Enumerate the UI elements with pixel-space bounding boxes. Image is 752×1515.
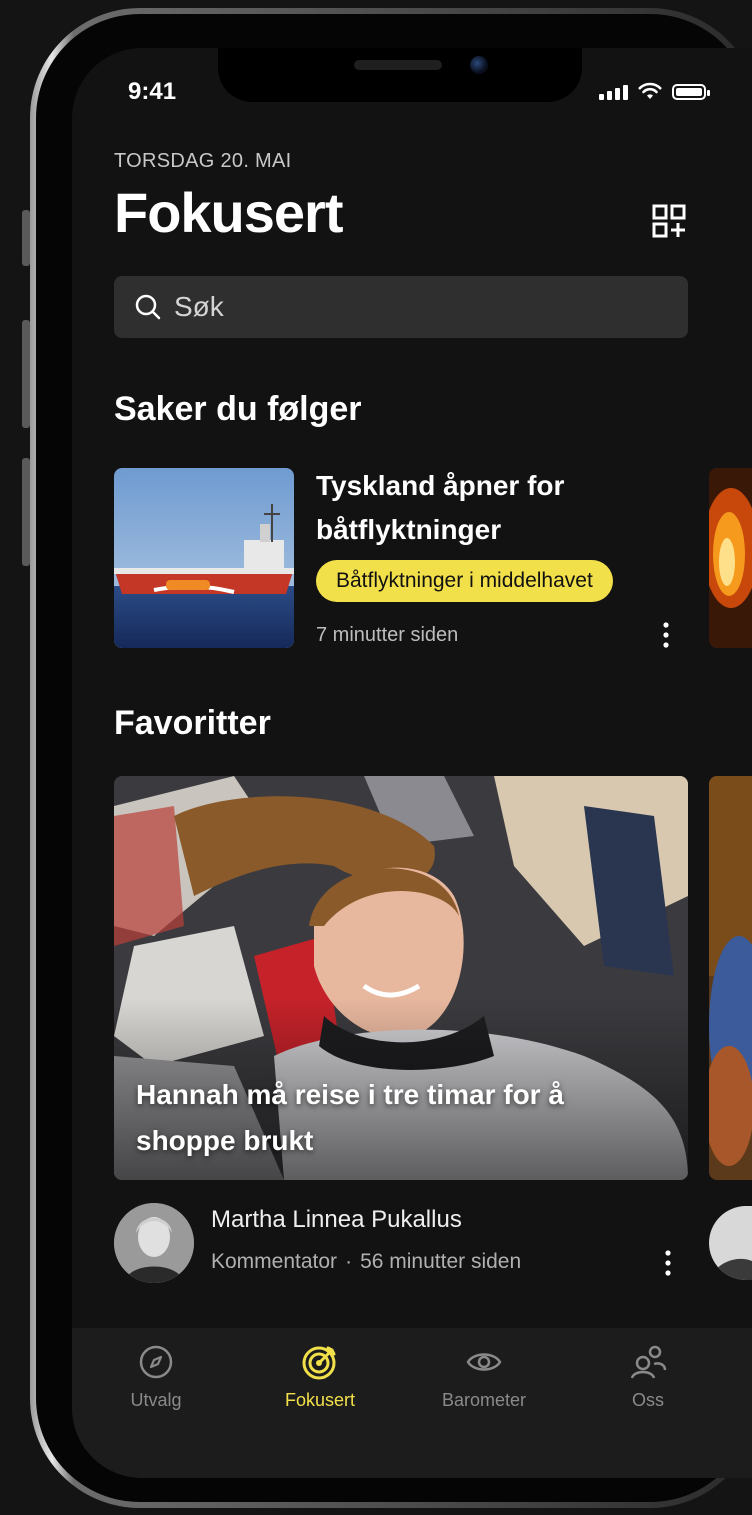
notch [218,48,582,102]
author-meta: Kommentator · 56 minutter siden [211,1250,521,1274]
next-author-avatar-peek [709,1206,752,1280]
wifi-icon [638,82,662,99]
volume-down-button [22,458,30,566]
battery-icon [672,84,710,100]
author-name[interactable]: Martha Linnea Pukallus [211,1206,462,1234]
meta-separator: · [345,1250,353,1273]
favorite-story-card[interactable]: Hannah må reise i tre timar for å shoppe… [114,776,688,1180]
search-input[interactable]: Søk [114,276,688,338]
next-story-card-peek[interactable] [709,468,752,648]
favorite-timestamp: 56 minutter siden [360,1250,522,1273]
search-icon [135,294,161,320]
followed-story-card[interactable]: Tyskland åpner for båtflyktninger Båtfly… [114,468,714,648]
tab-utvalg[interactable]: Utvalg [86,1342,226,1411]
status-time: 9:41 [128,78,177,105]
tab-barometer[interactable]: Barometer [414,1342,554,1411]
app-screen: 9:41 TORSDAG 20. MAI Fokusert Søk Saker … [72,48,752,1478]
tab-label: Fokusert [284,1390,356,1410]
tab-fokusert[interactable]: Fokusert [250,1342,390,1411]
story-timestamp: 7 minutter siden [316,624,459,646]
camera [470,56,488,74]
author-role: Kommentator [211,1250,338,1273]
tab-label: Oss [631,1390,664,1410]
people-icon [630,1345,667,1379]
topic-tag[interactable]: Båtflyktninger i middelhavet [316,560,613,602]
volume-up-button [22,320,30,428]
tab-oss[interactable]: Oss [578,1342,718,1411]
speaker [354,60,442,70]
current-date: TORSDAG 20. MAI [114,150,292,172]
status-icons [599,82,710,100]
qr-add-icon[interactable] [652,204,686,238]
more-options-icon[interactable] [664,1248,672,1278]
more-options-icon[interactable] [662,620,670,650]
tab-label: Utvalg [130,1390,182,1410]
tab-bar: Utvalg Fokusert Barometer Oss [72,1328,752,1478]
section-title-favorites: Favoritter [114,704,271,742]
story-thumbnail [114,468,294,648]
silent-switch [22,210,30,266]
story-headline[interactable]: Tyskland åpner for båtflyktninger [316,464,646,552]
next-favorite-card-peek[interactable] [709,776,752,1180]
page-title: Fokusert [114,181,343,244]
target-icon [302,1346,336,1380]
eye-icon [466,1353,502,1371]
favorite-headline[interactable]: Hannah må reise i tre timar for å shoppe… [136,1072,606,1164]
tab-label: Barometer [441,1390,527,1410]
cellular-signal-icon [599,85,628,100]
author-avatar[interactable] [114,1203,194,1283]
search-placeholder: Søk [174,291,224,322]
compass-icon [139,1345,173,1379]
section-title-followed: Saker du følger [114,390,362,428]
